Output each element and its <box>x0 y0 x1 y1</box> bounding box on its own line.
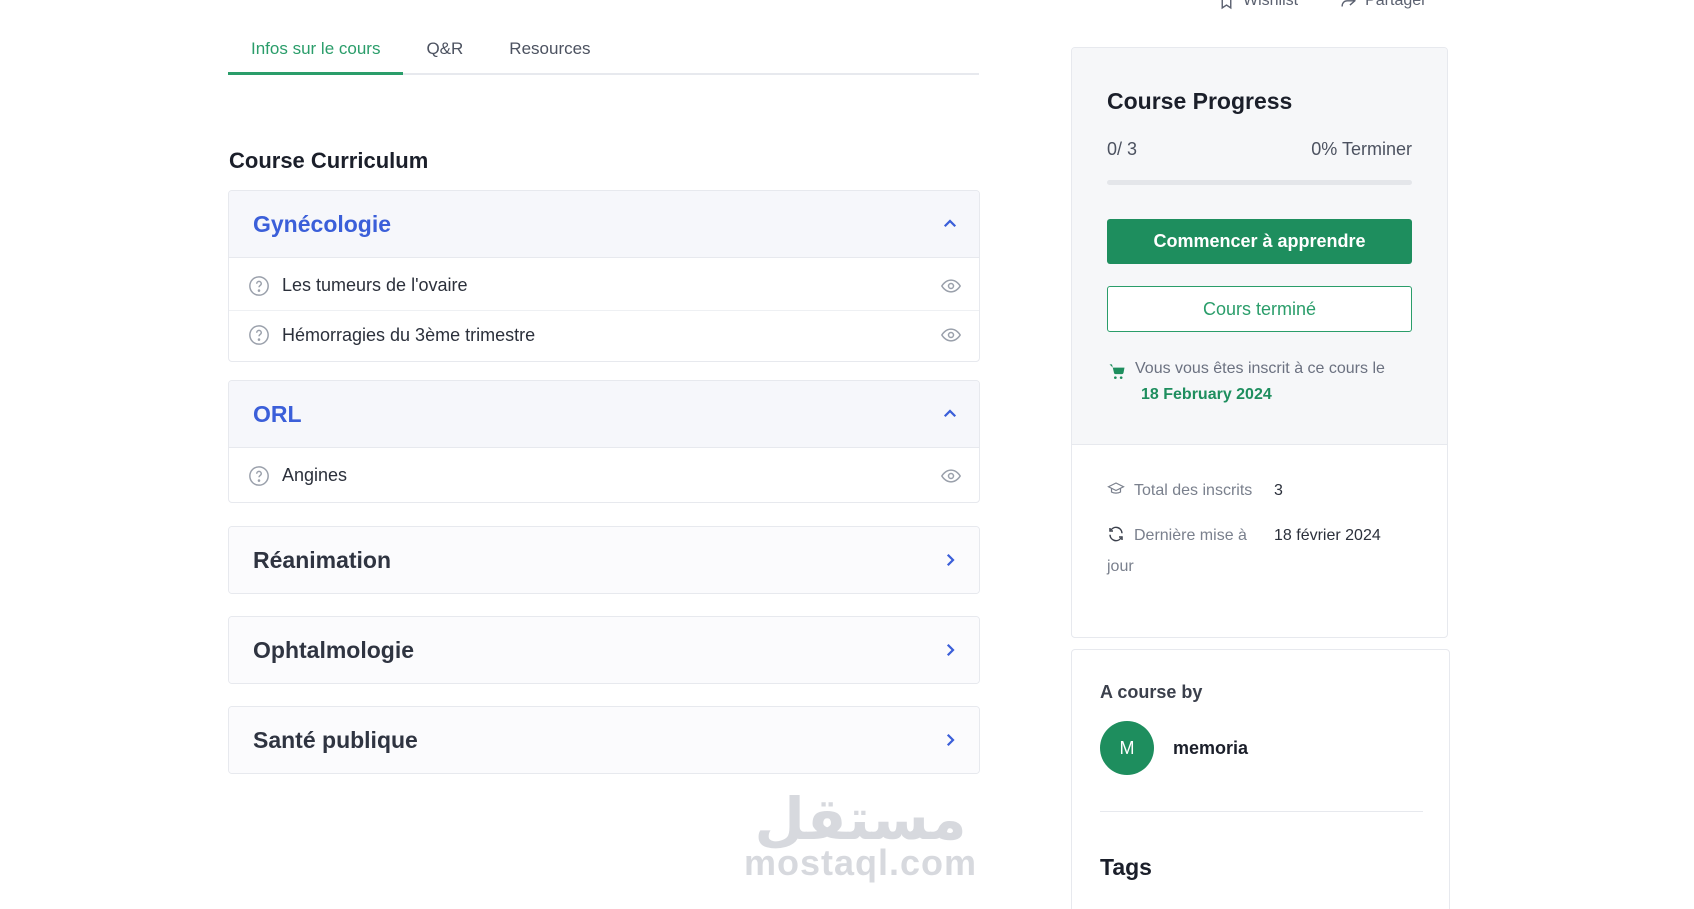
bookmark-icon <box>1221 0 1232 9</box>
refresh-icon <box>1109 526 1123 542</box>
section-title: Réanimation <box>253 546 392 573</box>
wishlist-button[interactable]: Wishlist <box>1218 0 1298 10</box>
cart-icon <box>1109 364 1125 379</box>
divider <box>1100 811 1423 812</box>
question-circle-icon <box>249 275 269 296</box>
watermark-arabic: مستقل <box>754 785 967 853</box>
course-completed-button[interactable]: Cours terminé <box>1107 286 1412 332</box>
eye-icon[interactable] <box>941 466 961 486</box>
eye-icon[interactable] <box>941 325 961 345</box>
graduation-cap-icon <box>1107 482 1125 494</box>
progress-title: Course Progress <box>1107 88 1293 114</box>
tab-course-info[interactable]: Infos sur le cours <box>228 30 404 75</box>
section-orl: ORL Angines <box>228 380 980 503</box>
question-circle-icon <box>249 465 269 486</box>
top-actions: Wishlist Partager <box>1218 0 1426 10</box>
enrolled-date: 18 February 2024 <box>1141 386 1272 403</box>
watermark-latin: mostaql.com <box>744 842 978 883</box>
author-card: A course by M memoria Tags <box>1071 649 1450 909</box>
chevron-right-icon <box>946 553 955 567</box>
progress-bar <box>1107 180 1412 185</box>
last-updated-value: 18 février 2024 <box>1274 527 1381 544</box>
share-button[interactable]: Partager <box>1340 0 1426 10</box>
section-title: ORL <box>253 400 302 427</box>
chevron-right-icon <box>946 733 955 747</box>
section-title: Santé publique <box>253 726 418 753</box>
section-header[interactable]: Réanimation <box>229 527 979 593</box>
section-sante-publique: Santé publique <box>228 706 980 774</box>
enrollment-info: Vous vous êtes inscrit à ce cours le 18 … <box>1107 356 1412 408</box>
section-ophtalmologie: Ophtalmologie <box>228 616 980 684</box>
lesson-item[interactable]: Hémorragies du 3ème trimestre <box>229 310 979 359</box>
progress-count: 0/ 3 <box>1107 139 1138 159</box>
tab-resources[interactable]: Resources <box>486 30 613 75</box>
course-progress-card: Course Progress 0/ 3 0% Terminer Commenc… <box>1071 47 1448 638</box>
last-updated-row: Dernière mise à jour 18 février 2024 <box>1107 520 1412 582</box>
chevron-up-icon <box>943 409 957 418</box>
share-icon <box>1341 0 1357 7</box>
total-enrolled-value: 3 <box>1274 482 1283 499</box>
lesson-title: Angines <box>282 465 348 485</box>
lesson-item[interactable]: Angines <box>229 451 979 500</box>
start-learning-button[interactable]: Commencer à apprendre <box>1107 219 1412 264</box>
chevron-right-icon <box>946 643 955 657</box>
author-card-title: A course by <box>1100 682 1203 702</box>
section-header[interactable]: Ophtalmologie <box>229 617 979 683</box>
progress-percent: 0% Terminer <box>1311 139 1412 159</box>
tab-qa[interactable]: Q&R <box>403 30 486 75</box>
section-reanimation: Réanimation <box>228 526 980 594</box>
watermark: مستقل mostaql.com <box>744 790 977 884</box>
section-gynecologie: Gynécologie Les tumeurs de l'ovaire Hémo… <box>228 190 980 362</box>
chevron-up-icon <box>943 219 957 228</box>
lesson-title: Hémorragies du 3ème trimestre <box>282 324 536 345</box>
last-updated-label: Dernière mise à jour <box>1107 527 1247 575</box>
question-circle-icon <box>249 325 269 345</box>
lesson-item[interactable]: Les tumeurs de l'ovaire <box>229 261 979 310</box>
total-enrolled-row: Total des inscrits 3 <box>1107 475 1412 506</box>
wishlist-label: Wishlist <box>1243 0 1299 9</box>
curriculum-title: Course Curriculum <box>229 148 429 173</box>
author-info[interactable]: M memoria <box>1100 721 1421 775</box>
section-title: Gynécologie <box>253 210 392 237</box>
avatar: M <box>1100 721 1154 775</box>
section-header[interactable]: Gynécologie <box>229 191 979 257</box>
enrolled-text: Vous vous êtes inscrit à ce cours le <box>1135 360 1385 377</box>
section-header[interactable]: ORL <box>229 381 979 447</box>
course-tabs: Infos sur le cours Q&R Resources <box>228 30 979 75</box>
lesson-title: Les tumeurs de l'ovaire <box>282 275 468 295</box>
total-enrolled-label: Total des inscrits <box>1134 482 1253 499</box>
section-header[interactable]: Santé publique <box>229 707 979 773</box>
tags-title: Tags <box>1100 854 1152 880</box>
author-name[interactable]: memoria <box>1173 738 1248 759</box>
section-title: Ophtalmologie <box>253 636 414 663</box>
eye-icon[interactable] <box>941 276 961 296</box>
share-label: Partager <box>1365 0 1427 9</box>
